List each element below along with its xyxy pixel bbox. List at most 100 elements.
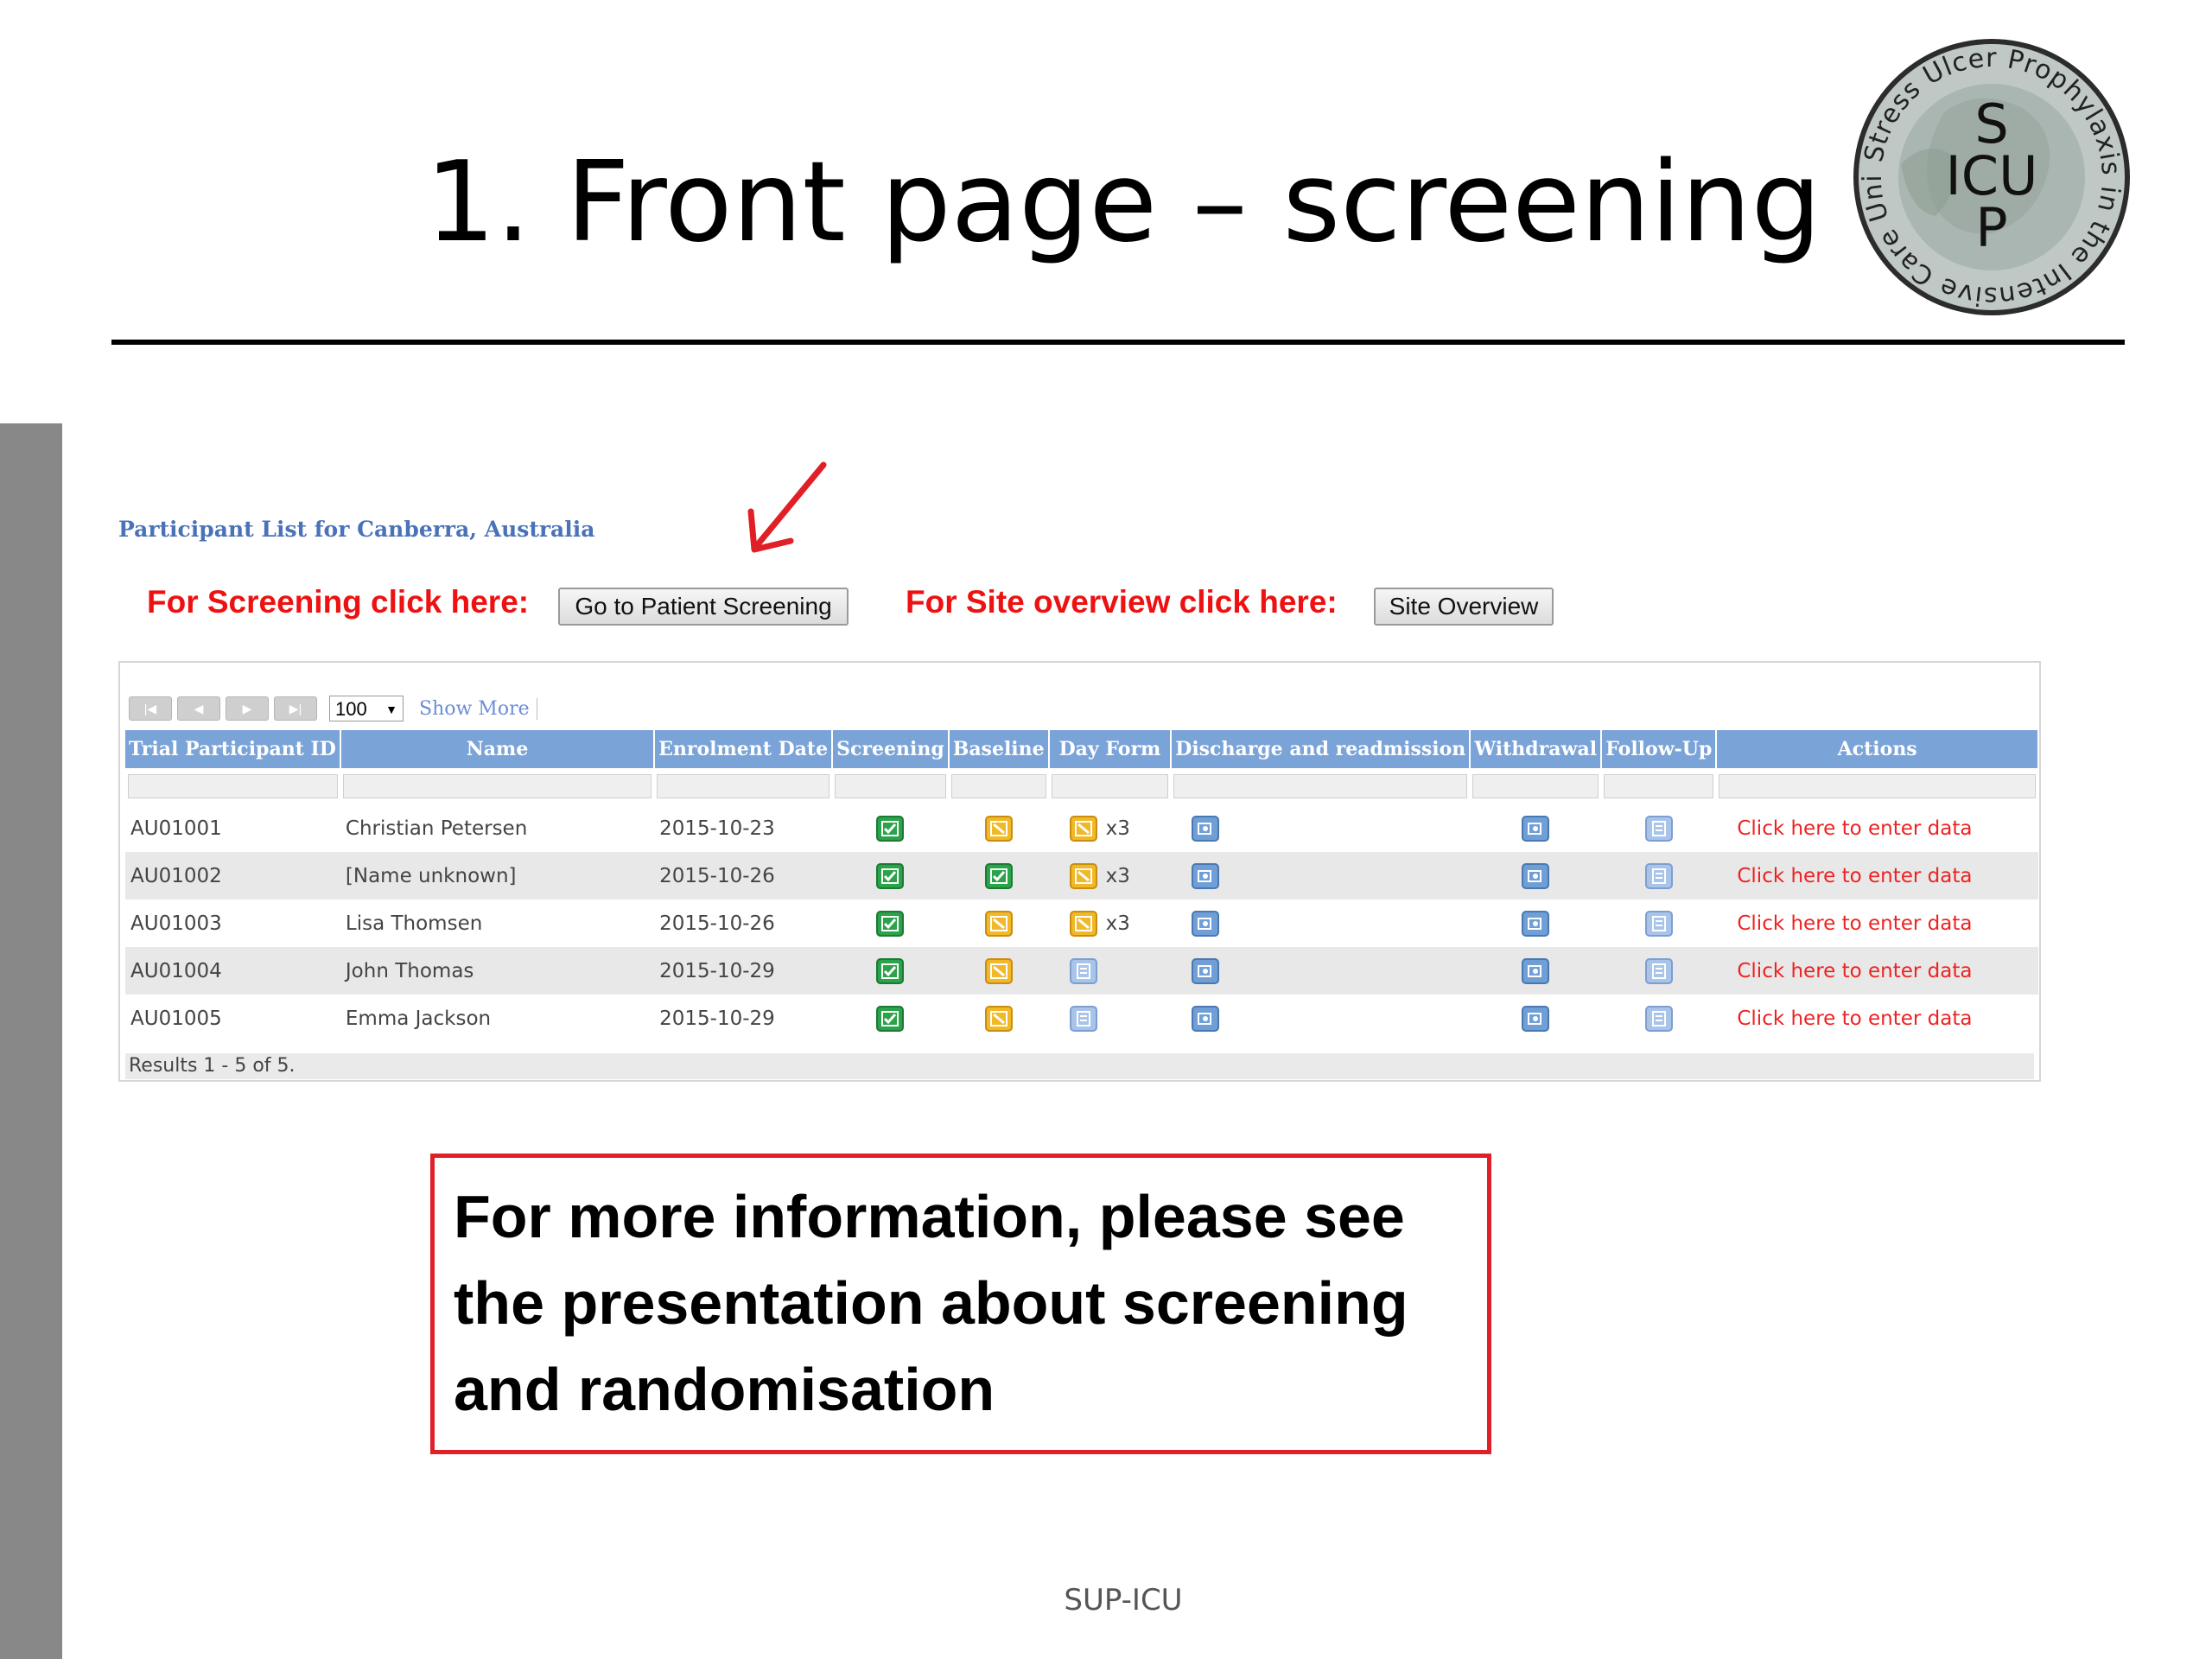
day-form-count: x3 (1105, 912, 1130, 935)
open-form-icon[interactable] (1522, 815, 1550, 842)
info-line-1: For more information, please see (454, 1183, 1405, 1250)
in-progress-form-icon[interactable] (1069, 815, 1097, 842)
col-header-actions[interactable]: Actions (1716, 730, 2039, 768)
filter-input-name[interactable] (342, 774, 652, 798)
cell-enrolment-date: 2015-10-23 (659, 817, 775, 840)
info-line-2: the presentation about screening (454, 1269, 1408, 1337)
site-overview-button[interactable]: Site Overview (1374, 588, 1554, 626)
next-page-icon[interactable]: ▶ (226, 696, 269, 721)
table-row: AU01005 Emma Jackson 2015-10-29 Click here … (125, 995, 2038, 1042)
completed-form-icon[interactable] (984, 862, 1013, 889)
slide-footer: SUP-ICU (1064, 1583, 1183, 1618)
filter-input-follow-up[interactable] (1604, 774, 1714, 798)
cell-name: John Thomas (340, 947, 655, 995)
empty-form-icon[interactable] (1644, 862, 1673, 889)
cell-enrolment-date: 2015-10-29 (654, 947, 833, 995)
col-header-follow-up[interactable]: Follow-Up (1601, 730, 1718, 768)
participant-grid-panel: |◀ ◀ ▶ ▶| 100 ▼ Show More Trial Particip… (118, 661, 2041, 1082)
filter-input-actions[interactable] (1719, 774, 2036, 798)
completed-form-icon[interactable] (876, 862, 905, 889)
in-progress-form-icon[interactable] (984, 1005, 1013, 1032)
in-progress-form-icon[interactable] (984, 910, 1013, 937)
open-form-icon[interactable] (1192, 957, 1220, 984)
table-row: AU01001 Christian Petersen 2015-10-23 x3 Cli… (125, 804, 2038, 852)
cell-name: Christian Petersen (345, 817, 528, 840)
in-progress-form-icon[interactable] (984, 815, 1013, 842)
enter-data-link[interactable]: Click here to enter data (1716, 995, 2038, 1042)
empty-form-icon[interactable] (1644, 1005, 1673, 1032)
open-form-icon[interactable] (1522, 862, 1550, 889)
empty-form-icon[interactable] (1644, 815, 1673, 842)
enter-data-link[interactable]: Click here to enter data (1716, 804, 2038, 852)
col-header-baseline[interactable]: Baseline (948, 730, 1050, 768)
enter-data-link[interactable]: Click here to enter data (1716, 899, 2038, 947)
day-form-count: x3 (1105, 817, 1130, 840)
open-form-icon[interactable] (1522, 910, 1550, 937)
enter-data-link[interactable]: Click here to enter data (1716, 852, 2038, 899)
cell-participant-id: AU01004 (125, 947, 340, 995)
info-callout-box: For more information, please see the pre… (430, 1154, 1491, 1454)
red-arrow-icon (747, 461, 827, 553)
open-form-icon[interactable] (1192, 815, 1220, 842)
col-header-id[interactable]: Trial Participant ID (125, 730, 341, 768)
sup-icu-logo: Stress Ulcer Prophylaxis in the Intensiv… (1849, 35, 2130, 315)
last-page-icon[interactable]: ▶| (274, 696, 317, 721)
enter-data-link[interactable]: Click here to enter data (1716, 947, 2038, 995)
filter-input-id[interactable] (128, 774, 338, 798)
cell-enrolment-date: 2015-10-26 (654, 852, 833, 899)
in-progress-form-icon[interactable] (1069, 910, 1097, 937)
completed-form-icon[interactable] (876, 957, 905, 984)
go-to-patient-screening-button[interactable]: Go to Patient Screening (558, 588, 849, 626)
col-header-screening[interactable]: Screening (832, 730, 950, 768)
col-header-day-form[interactable]: Day Form (1048, 730, 1173, 768)
show-more-link[interactable]: Show More (419, 697, 537, 720)
page-size-select[interactable]: 100 ▼ (329, 696, 404, 721)
in-progress-form-icon[interactable] (1069, 862, 1097, 889)
empty-form-icon[interactable] (1644, 957, 1673, 984)
table-header-row: Trial Participant ID Name Enrolment Date… (125, 730, 2039, 768)
page-size-value: 100 (335, 698, 367, 720)
cell-enrolment-date: 2015-10-29 (659, 1007, 775, 1030)
title-underline (111, 340, 2125, 345)
in-progress-form-icon[interactable] (984, 957, 1013, 984)
day-form-count: x3 (1105, 864, 1130, 887)
participant-table: Trial Participant ID Name Enrolment Date… (125, 730, 2039, 1042)
open-form-icon[interactable] (1192, 862, 1220, 889)
cell-name: [Name unknown] (340, 852, 655, 899)
col-header-discharge[interactable]: Discharge and readmission (1171, 730, 1471, 768)
table-row: AU01004 John Thomas 2015-10-29 Click here t… (125, 947, 2038, 995)
logo-letter-p: P (1975, 196, 2007, 259)
chevron-down-icon: ▼ (385, 702, 397, 716)
pager-toolbar: |◀ ◀ ▶ ▶| 100 ▼ Show More (129, 696, 537, 721)
col-header-name[interactable]: Name (340, 730, 656, 768)
first-page-icon[interactable]: |◀ (129, 696, 172, 721)
screening-prompt: For Screening click here: (147, 584, 530, 620)
table-row: AU01002 [Name unknown] 2015-10-26 x3 Click h… (125, 852, 2038, 899)
table-row: AU01003 Lisa Thomsen 2015-10-26 x3 Click her… (125, 899, 2038, 947)
col-header-enrolment-date[interactable]: Enrolment Date (654, 730, 834, 768)
completed-form-icon[interactable] (876, 1005, 905, 1032)
empty-form-icon[interactable] (1644, 910, 1673, 937)
cell-participant-id: AU01003 (130, 912, 222, 935)
col-header-withdrawal[interactable]: Withdrawal (1470, 730, 1603, 768)
open-form-icon[interactable] (1192, 910, 1220, 937)
cell-participant-id: AU01002 (125, 852, 340, 899)
empty-form-icon[interactable] (1069, 957, 1097, 984)
empty-form-icon[interactable] (1069, 1005, 1097, 1032)
previous-page-icon[interactable]: ◀ (177, 696, 220, 721)
site-overview-prompt: For Site overview click here: (906, 584, 1338, 620)
completed-form-icon[interactable] (876, 910, 905, 937)
info-line-3: and randomisation (454, 1356, 995, 1423)
open-form-icon[interactable] (1192, 1005, 1220, 1032)
filter-row (125, 768, 2038, 804)
completed-form-icon[interactable] (876, 815, 905, 842)
cell-enrolment-date: 2015-10-26 (659, 912, 775, 935)
filter-input-baseline[interactable] (950, 774, 1046, 798)
filter-input-withdrawal[interactable] (1472, 774, 1599, 798)
filter-input-screening[interactable] (835, 774, 946, 798)
open-form-icon[interactable] (1522, 1005, 1550, 1032)
filter-input-date[interactable] (657, 774, 830, 798)
filter-input-day-form[interactable] (1051, 774, 1169, 798)
open-form-icon[interactable] (1522, 957, 1550, 984)
filter-input-discharge[interactable] (1173, 774, 1468, 798)
